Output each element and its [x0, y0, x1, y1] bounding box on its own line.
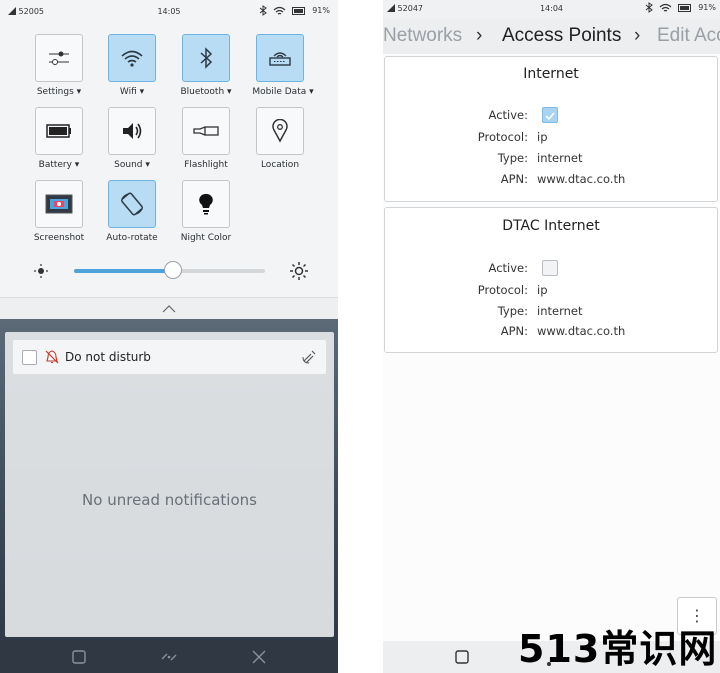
dnd-label: Do not disturb	[65, 350, 151, 364]
tile-label: Bluetooth ▾	[180, 87, 232, 97]
bluetooth-status-icon	[645, 2, 654, 13]
empty-notifications-text: No unread notifications	[82, 491, 257, 509]
active-checkbox-unchecked[interactable]	[542, 260, 558, 276]
breadcrumb-separator: ›	[476, 25, 483, 46]
breadcrumb-separator: ›	[634, 25, 641, 46]
active-checkbox-checked[interactable]	[542, 107, 558, 123]
protocol-label: Protocol:	[477, 130, 528, 144]
battery-tile[interactable]	[35, 107, 83, 155]
brightness-high-icon	[290, 262, 308, 280]
location-tile[interactable]	[256, 107, 304, 155]
type-value: internet	[537, 304, 583, 318]
dnd-checkbox[interactable]	[22, 350, 37, 365]
tile-label: Flashlight	[184, 160, 228, 170]
type-label: Type:	[497, 151, 528, 165]
collapse-handle[interactable]	[0, 297, 338, 319]
bluetooth-tile[interactable]	[182, 34, 230, 82]
tile-label: Wifi ▾	[119, 87, 145, 97]
navigation-bar	[0, 641, 338, 673]
protocol-label: Protocol:	[477, 283, 528, 297]
bell-muted-icon	[45, 350, 59, 364]
card-title: DTAC Internet	[502, 218, 600, 234]
apn-value: www.dtac.co.th	[537, 172, 626, 186]
brightness-low-icon	[34, 264, 48, 278]
quick-settings-panel: 52005 14:05 91% Settings ▾ Wifi ▾ Blueto…	[0, 0, 338, 297]
status-icons: 91%	[645, 2, 716, 13]
night-color-icon	[199, 193, 213, 215]
mobile-data-icon	[269, 52, 291, 66]
notifications-panel: Do not disturb No unread notifications	[5, 332, 334, 637]
battery-percent: 91%	[312, 6, 330, 15]
status-bar: 52005 14:05 91%	[0, 0, 338, 24]
auto-rotate-icon	[121, 192, 143, 216]
wifi-status-icon	[659, 3, 672, 12]
watermark: 513常识网	[518, 627, 718, 671]
task-switcher-icon[interactable]	[160, 650, 178, 664]
battery-status-icon	[292, 6, 306, 15]
access-point-card[interactable]: DTAC Internet Active: Protocol: ip Type:…	[384, 207, 718, 353]
right-phone-screen: 52047 14:04 91% Networks › Access Points…	[383, 0, 720, 673]
type-label: Type:	[497, 304, 528, 318]
wifi-status-icon	[273, 6, 286, 15]
home-button-icon[interactable]	[455, 650, 469, 664]
tile-label: Sound ▾	[114, 160, 150, 170]
status-bar: 52047 14:04 91%	[383, 0, 720, 18]
settings-tile[interactable]	[35, 34, 83, 82]
close-icon[interactable]	[252, 650, 266, 664]
wifi-tile[interactable]	[108, 34, 156, 82]
sound-tile[interactable]	[108, 107, 156, 155]
brightness-fill	[74, 269, 174, 273]
settings-icon	[49, 51, 69, 65]
bluetooth-icon	[200, 47, 213, 69]
sound-icon	[123, 123, 142, 139]
brightness-slider-row	[0, 255, 338, 285]
protocol-value: ip	[537, 130, 548, 144]
mobile-data-tile[interactable]	[256, 34, 304, 82]
tile-label: Location	[260, 160, 300, 170]
bluetooth-status-icon	[259, 5, 268, 16]
apn-value: www.dtac.co.th	[537, 324, 626, 338]
screenshot-tile[interactable]	[35, 180, 83, 228]
breadcrumb-access-points[interactable]: Access Points	[502, 25, 621, 47]
location-icon	[272, 119, 288, 143]
breadcrumb-edit[interactable]: Edit Acc	[657, 25, 720, 47]
battery-icon	[46, 124, 71, 138]
clear-all-icon[interactable]	[301, 349, 317, 365]
type-value: internet	[537, 151, 583, 165]
flashlight-icon	[193, 126, 219, 136]
active-label: Active:	[488, 108, 528, 122]
tile-label: Screenshot	[33, 233, 85, 243]
screenshot-icon	[45, 194, 73, 214]
tile-label: Mobile Data ▾	[252, 87, 314, 97]
battery-status-icon	[678, 3, 692, 12]
battery-percent: 91%	[698, 3, 716, 12]
apn-label: APN:	[500, 324, 528, 338]
home-button-icon[interactable]	[72, 650, 86, 664]
breadcrumb-networks[interactable]: Networks	[383, 25, 462, 47]
tile-label: Battery ▾	[38, 160, 80, 170]
do-not-disturb-row[interactable]: Do not disturb	[13, 340, 326, 374]
apn-label: APN:	[500, 172, 528, 186]
night-color-tile[interactable]	[182, 180, 230, 228]
access-point-card[interactable]: Internet Active: Protocol: ip Type: inte…	[384, 56, 718, 202]
left-phone-screen: 52005 14:05 91% Settings ▾ Wifi ▾ Blueto…	[0, 0, 338, 673]
breadcrumb: Networks › Access Points › Edit Acc	[383, 18, 720, 54]
checkmark-icon	[545, 112, 555, 121]
tile-label: Settings ▾	[36, 87, 82, 97]
flashlight-tile[interactable]	[182, 107, 230, 155]
tile-label: Auto-rotate	[106, 233, 158, 243]
status-icons: 91%	[259, 5, 330, 16]
brightness-slider-thumb[interactable]	[164, 261, 183, 279]
chevron-up-icon	[162, 305, 176, 313]
card-title: Internet	[523, 66, 579, 82]
tile-label: Night Color	[180, 233, 232, 243]
protocol-value: ip	[537, 283, 548, 297]
auto-rotate-tile[interactable]	[108, 180, 156, 228]
wifi-icon	[121, 50, 143, 67]
active-label: Active:	[488, 261, 528, 275]
